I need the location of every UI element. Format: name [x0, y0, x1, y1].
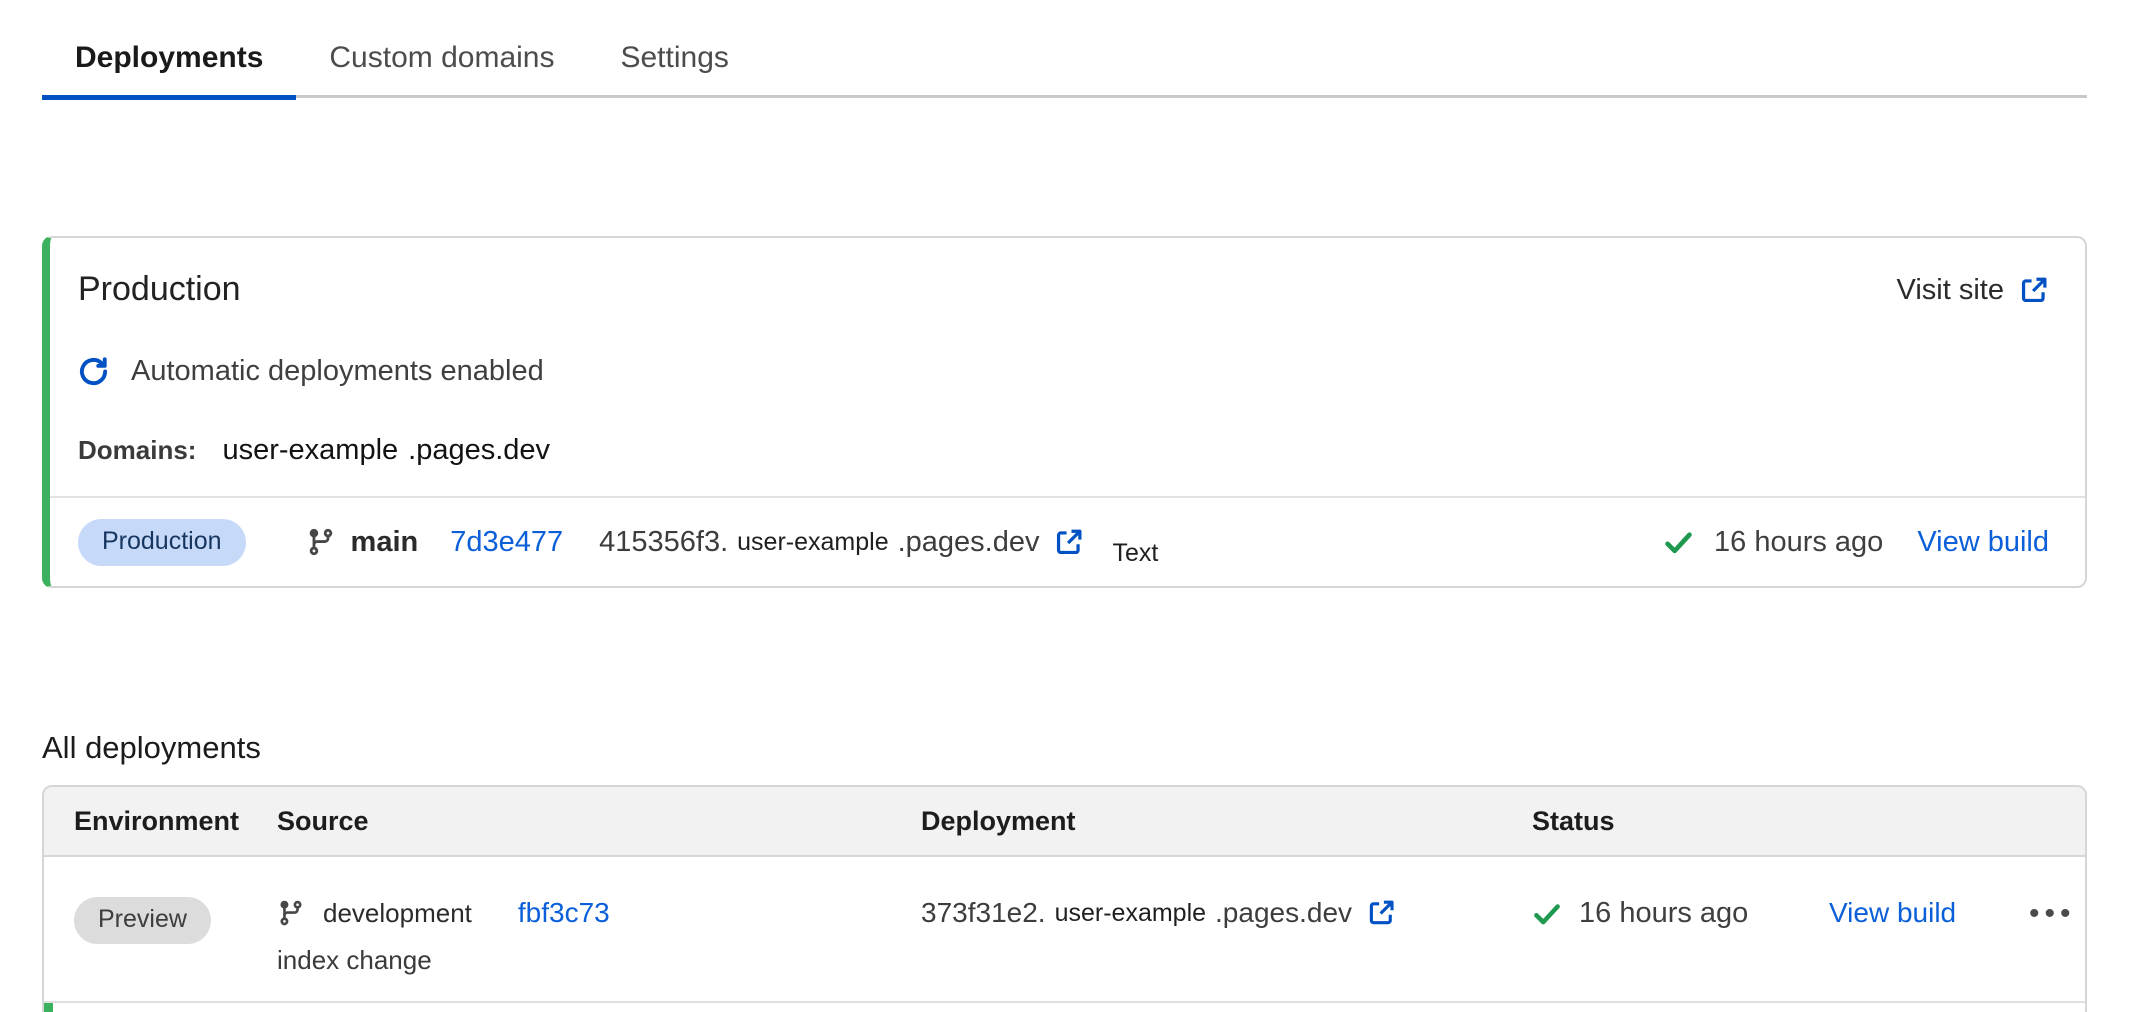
column-header-deployment: Deployment [921, 806, 1532, 837]
environment-badge-preview: Preview [74, 897, 211, 944]
auto-deployments-row: Automatic deployments enabled [78, 355, 2049, 388]
domains-row: Domains: user-example .pages.dev [78, 434, 2049, 467]
visit-site-label: Visit site [1897, 274, 2004, 307]
production-deployment-row: Production main 7d3e477 415356f3. user-e… [50, 496, 2085, 586]
view-build-cell: View build [1829, 897, 2029, 929]
tab-settings[interactable]: Settings [587, 19, 761, 97]
deployment-time: 16 hours ago [1579, 897, 1748, 930]
source-branch-line: development fbf3c73 [277, 897, 921, 929]
commit-message: index change [277, 945, 921, 976]
deployment-url-name: user-example [737, 528, 888, 557]
commit-hash-link[interactable]: 7d3e477 [450, 526, 563, 559]
auto-deployments-text: Automatic deployments enabled [131, 355, 544, 388]
branch-group: main [306, 526, 419, 559]
deployment-url: 415356f3. user-example .pages.dev [599, 526, 1084, 559]
view-build-link[interactable]: View build [1917, 526, 2049, 559]
next-row-production-border-fragment [44, 1003, 53, 1012]
row-menu-cell: ••• [2029, 897, 2085, 931]
success-check-icon [1532, 899, 1562, 929]
tab-custom-domains[interactable]: Custom domains [296, 19, 587, 97]
column-header-source: Source [277, 806, 921, 837]
more-options-icon[interactable]: ••• [2029, 897, 2076, 930]
deployment-url-prefix: 415356f3. [599, 526, 728, 559]
all-deployments-title: All deployments [42, 730, 261, 766]
deployment-url-prefix: 373f31e2. [921, 897, 1046, 929]
visit-site-link[interactable]: Visit site [1897, 274, 2049, 307]
external-link-icon[interactable] [1366, 898, 1396, 928]
deployments-table: Environment Source Deployment Status Pre… [42, 785, 2087, 1012]
branch-name: main [351, 526, 419, 559]
deployment-url: 373f31e2. user-example .pages.dev [921, 897, 1532, 929]
table-header-row: Environment Source Deployment Status [44, 787, 2085, 857]
git-branch-icon [306, 527, 336, 557]
deployment-url-suffix: .pages.dev [1215, 897, 1352, 929]
production-row-status: 16 hours ago View build [1663, 526, 2049, 559]
deployment-url-name: user-example [1055, 899, 1206, 928]
column-header-status: Status [1532, 806, 1829, 837]
view-build-link[interactable]: View build [1829, 897, 1956, 928]
table-row: Preview development fbf3c73 index change… [44, 857, 2085, 1003]
tab-deployments[interactable]: Deployments [42, 19, 296, 97]
external-link-icon[interactable] [1053, 527, 1084, 558]
status-cell: 16 hours ago [1532, 897, 1829, 930]
source-cell: development fbf3c73 index change [277, 897, 921, 976]
domain-name: user-example [222, 434, 398, 467]
branch-name: development [323, 898, 472, 929]
environment-badge-production: Production [78, 519, 246, 566]
production-card-top: Production Visit site Automatic deployme… [50, 238, 2085, 467]
domain-suffix: .pages.dev [408, 434, 550, 467]
text-annotation: Text [1112, 539, 1158, 568]
commit-hash-link[interactable]: fbf3c73 [518, 897, 610, 929]
deployment-url-suffix: .pages.dev [898, 526, 1040, 559]
external-link-icon [2018, 275, 2049, 306]
git-branch-icon [277, 899, 305, 927]
tab-bar: Deployments Custom domains Settings [42, 0, 2087, 98]
production-card: Production Visit site Automatic deployme… [42, 236, 2087, 588]
refresh-icon [78, 356, 109, 387]
domains-label: Domains: [78, 435, 196, 466]
deployment-time: 16 hours ago [1714, 526, 1883, 559]
environment-cell: Preview [44, 897, 277, 944]
production-title: Production [78, 270, 2049, 309]
success-check-icon [1663, 527, 1694, 558]
column-header-environment: Environment [44, 806, 277, 837]
